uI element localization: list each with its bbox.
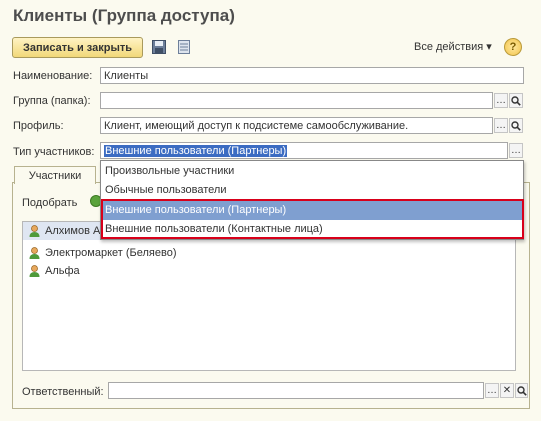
member-type-field[interactable]: Внешние пользователи (Партнеры) — [100, 142, 508, 159]
responsible-search-icon[interactable] — [515, 383, 528, 398]
profile-field[interactable]: Клиент, имеющий доступ к подсистеме само… — [100, 117, 493, 134]
help-button[interactable]: ? — [504, 38, 522, 56]
group-search-icon[interactable] — [509, 93, 523, 108]
clear-icon[interactable]: ✕ — [500, 383, 514, 398]
pick-button[interactable]: Подобрать — [22, 197, 77, 209]
group-label: Группа (папка): — [13, 95, 91, 107]
user-icon — [29, 265, 40, 277]
member-type-select-button[interactable]: … — [509, 143, 523, 158]
group-field[interactable] — [100, 92, 493, 109]
list-icon[interactable] — [176, 39, 192, 55]
name-field[interactable]: Клиенты — [100, 67, 524, 84]
responsible-field[interactable] — [108, 382, 484, 399]
all-actions-menu[interactable]: Все действия ▾ — [414, 40, 492, 53]
tab-members[interactable]: Участники — [14, 166, 96, 184]
dropdown-option[interactable]: Произвольные участники — [101, 162, 523, 181]
dropdown-option[interactable]: Обычные пользователи — [101, 181, 523, 200]
user-icon — [29, 247, 40, 259]
user-icon — [29, 225, 40, 237]
profile-label: Профиль: — [13, 120, 64, 132]
list-item-label: Алхимов А — [45, 225, 101, 237]
responsible-label: Ответственный: — [22, 386, 104, 398]
list-item[interactable]: Альфа — [23, 262, 515, 280]
profile-select-button[interactable]: … — [494, 118, 508, 133]
save-icon[interactable] — [151, 39, 167, 55]
group-select-button[interactable]: … — [494, 93, 508, 108]
members-list[interactable]: Алхимов А Электромаркет (Беляево) Альфа — [22, 221, 516, 371]
member-type-label: Тип участников: — [13, 146, 95, 158]
name-label: Наименование: — [13, 70, 93, 82]
list-item[interactable]: Электромаркет (Беляево) — [23, 244, 515, 262]
member-type-value: Внешние пользователи (Партнеры) — [104, 145, 288, 157]
list-item-label: Электромаркет (Беляево) — [45, 247, 177, 259]
save-and-close-button[interactable]: Записать и закрыть — [12, 37, 143, 58]
window-title: Клиенты (Группа доступа) — [13, 6, 235, 25]
responsible-select-button[interactable]: … — [485, 383, 499, 398]
list-item-label: Альфа — [45, 265, 80, 277]
highlight-box — [101, 199, 524, 239]
profile-search-icon[interactable] — [509, 118, 523, 133]
